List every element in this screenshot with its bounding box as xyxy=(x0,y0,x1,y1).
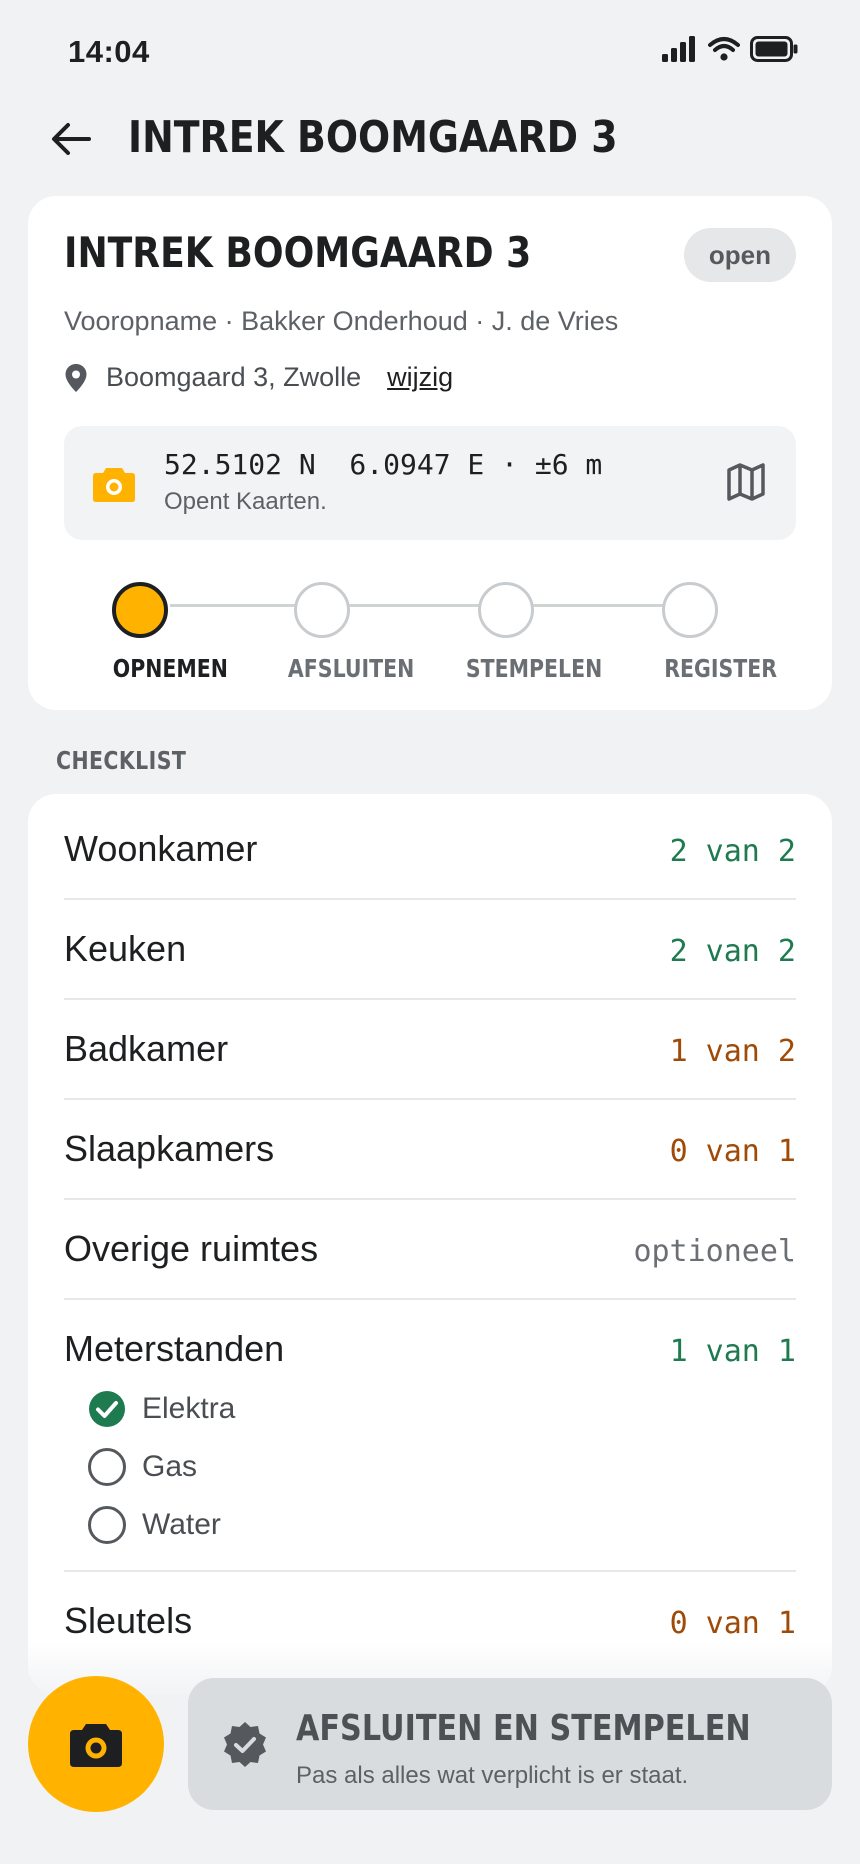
camera-icon xyxy=(70,1724,122,1767)
checklist-row-woonkamer[interactable]: Woonkamer 2 van 2 xyxy=(64,794,796,900)
gps-hint: Opent Kaarten. xyxy=(164,488,327,515)
checklist-row-keuken[interactable]: Keuken 2 van 2 xyxy=(64,900,796,1000)
step-dot-afsluiten xyxy=(294,582,350,638)
verified-seal-icon xyxy=(224,1722,266,1767)
subitem-water[interactable]: Water xyxy=(88,1506,221,1544)
inspection-title: INTREK BOOMGAARD 3 xyxy=(64,228,532,277)
unchecked-circle-icon xyxy=(88,1506,126,1544)
row-status: 2 van 2 xyxy=(669,834,796,869)
cta-title: AFSLUITEN EN STEMPELEN xyxy=(296,1708,751,1749)
step-connector xyxy=(348,604,482,607)
row-status: optioneel xyxy=(633,1234,796,1269)
subitem-elektra[interactable]: Elektra xyxy=(88,1390,235,1428)
row-name: Slaapkamers xyxy=(64,1128,275,1169)
inspection-meta: Vooropname · Bakker Onderhoud · J. de Vr… xyxy=(64,306,619,336)
map-icon[interactable] xyxy=(726,462,766,502)
unchecked-circle-icon xyxy=(88,1448,126,1486)
row-name: Meterstanden xyxy=(64,1328,285,1369)
subitem-gas[interactable]: Gas xyxy=(88,1448,197,1486)
edit-address-link[interactable]: wijzig xyxy=(387,362,453,393)
step-label-stempelen: STEMPELEN xyxy=(465,654,603,683)
row-name: Sleutels xyxy=(64,1600,193,1641)
status-badge: open xyxy=(683,228,796,282)
subitem-label: Gas xyxy=(142,1450,198,1483)
camera-icon xyxy=(93,468,135,502)
row-status: 1 van 2 xyxy=(669,1034,796,1069)
status-time: 14:04 xyxy=(68,34,150,69)
row-name: Overige ruimtes xyxy=(64,1228,319,1269)
step-label-register: REGISTER xyxy=(664,654,778,683)
row-name: Woonkamer xyxy=(64,828,258,869)
row-status: 0 van 1 xyxy=(669,1606,796,1641)
subitem-label: Elektra xyxy=(142,1392,236,1425)
close-and-stamp-button[interactable]: AFSLUITEN EN STEMPELEN Pas als alles wat… xyxy=(188,1678,832,1810)
battery-icon xyxy=(750,36,798,62)
arrow-left-icon xyxy=(52,123,91,155)
location-pin-icon xyxy=(65,363,87,392)
back-button[interactable] xyxy=(46,114,96,164)
gps-location-box[interactable]: 52.5102 N 6.0947 E · ±6 m Opent Kaarten. xyxy=(64,426,796,540)
row-status: 1 van 1 xyxy=(669,1334,796,1369)
checklist-row-overige-ruimtes[interactable]: Overige ruimtes optioneel xyxy=(64,1200,796,1300)
checklist-card: Woonkamer 2 van 2 Keuken 2 van 2 Badkame… xyxy=(28,794,832,1694)
address-text: Boomgaard 3, Zwolle xyxy=(106,362,362,392)
status-icons xyxy=(662,36,798,62)
step-dot-opnemen xyxy=(112,582,168,638)
page-title: INTREK BOOMGAARD 3 xyxy=(128,112,618,163)
step-dot-stempelen xyxy=(478,582,534,638)
step-label-afsluiten: AFSLUITEN xyxy=(287,654,415,683)
progress-stepper: OPNEMEN AFSLUITEN STEMPELEN REGISTER xyxy=(64,574,796,694)
subitem-label: Water xyxy=(142,1508,221,1541)
cta-subtitle: Pas als alles wat verplicht is er staat. xyxy=(296,1762,689,1789)
inspection-card: INTREK BOOMGAARD 3 open Vooropname · Bak… xyxy=(28,196,832,710)
checklist-row-slaapkamers[interactable]: Slaapkamers 0 van 1 xyxy=(64,1100,796,1200)
row-status: 2 van 2 xyxy=(669,934,796,969)
address-row: Boomgaard 3, Zwolle wijzig xyxy=(64,362,453,393)
step-label-opnemen: OPNEMEN xyxy=(112,654,228,683)
step-connector xyxy=(532,604,666,607)
wifi-icon xyxy=(708,37,740,61)
row-name: Badkamer xyxy=(64,1028,229,1069)
checklist-row-badkamer[interactable]: Badkamer 1 van 2 xyxy=(64,1000,796,1100)
status-bar: 14:04 xyxy=(0,0,860,100)
step-dot-register xyxy=(662,582,718,638)
gps-coordinates: 52.5102 N 6.0947 E · ±6 m xyxy=(164,448,603,481)
check-circle-icon xyxy=(89,1391,125,1427)
checklist-heading: CHECKLIST xyxy=(56,746,187,775)
checklist-row-meterstanden[interactable]: Meterstanden 1 van 1 Elektra Gas Water xyxy=(64,1300,796,1572)
app-header: INTREK BOOMGAARD 3 xyxy=(0,100,860,196)
row-status: 0 van 1 xyxy=(669,1134,796,1169)
camera-button[interactable] xyxy=(28,1676,164,1812)
signal-icon xyxy=(662,36,695,62)
step-connector xyxy=(170,604,298,607)
row-name: Keuken xyxy=(64,928,187,969)
